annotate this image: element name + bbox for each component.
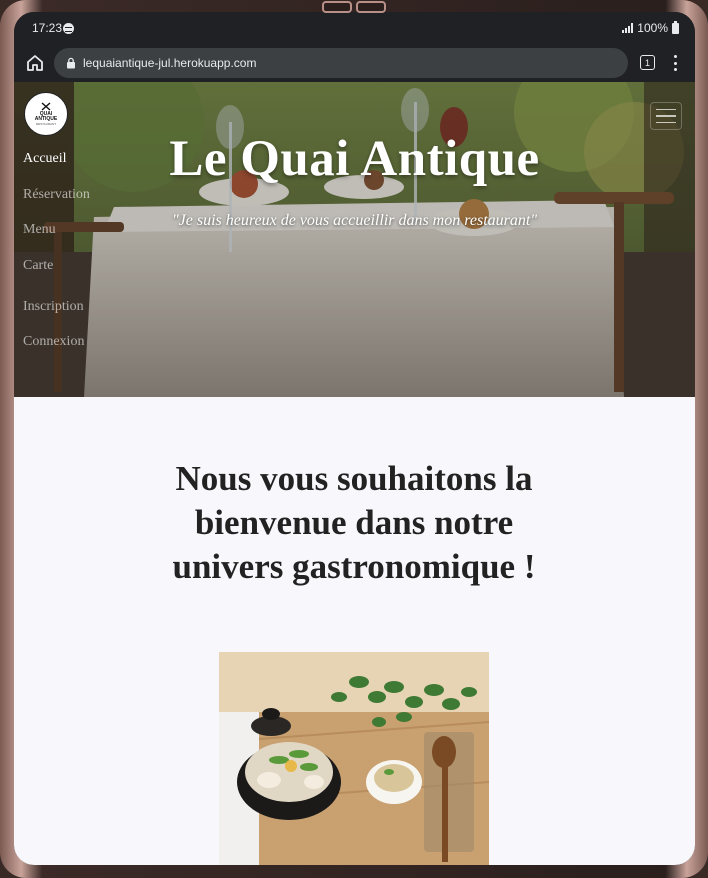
cutlery-icon xyxy=(41,102,51,111)
nav-connexion[interactable]: Connexion xyxy=(23,334,84,350)
address-bar[interactable]: lequaiantique-jul.herokuapp.com xyxy=(54,48,628,78)
status-bar: 17:23 100% xyxy=(14,12,695,44)
hero-quote: "Je suis heureux de vous accueillir dans… xyxy=(171,212,538,229)
food-dish-image xyxy=(219,652,489,865)
hero-title: Le Quai Antique xyxy=(169,131,540,187)
device-hinge xyxy=(322,0,386,14)
signal-icon xyxy=(622,23,634,33)
phone-screen: 17:23 100% lequaiantique-jul.herokuapp.c… xyxy=(14,12,695,865)
spotify-icon xyxy=(63,23,74,34)
hamburger-menu-button[interactable] xyxy=(650,102,682,130)
hero-banner: QUAI ANTIQUE RESTAURANT Accueil Réservat… xyxy=(14,82,695,397)
welcome-heading: Nous vous souhaitons la bienvenue dans n… xyxy=(172,459,536,586)
battery-icon xyxy=(672,20,679,34)
logo-line-3: RESTAURANT xyxy=(35,122,57,126)
home-button[interactable] xyxy=(24,52,46,74)
status-time: 17:23 xyxy=(32,21,63,35)
tab-switcher-button[interactable]: 1 xyxy=(640,55,655,70)
nav-reservation[interactable]: Réservation xyxy=(23,187,90,203)
battery-level: 100% xyxy=(637,21,668,35)
web-page: QUAI ANTIQUE RESTAURANT Accueil Réservat… xyxy=(14,82,695,865)
home-icon xyxy=(27,55,43,71)
food-photo xyxy=(219,652,489,865)
status-indicators: 100% xyxy=(622,20,679,35)
device-frame: 17:23 100% lequaiantique-jul.herokuapp.c… xyxy=(0,0,708,878)
nav-carte[interactable]: Carte xyxy=(23,258,53,274)
lock-icon xyxy=(67,57,75,69)
url-text: lequaiantique-jul.herokuapp.com xyxy=(83,56,257,70)
browser-toolbar: lequaiantique-jul.herokuapp.com 1 xyxy=(14,44,695,82)
nav-inscription[interactable]: Inscription xyxy=(23,299,84,315)
browser-menu-button[interactable] xyxy=(670,54,680,72)
